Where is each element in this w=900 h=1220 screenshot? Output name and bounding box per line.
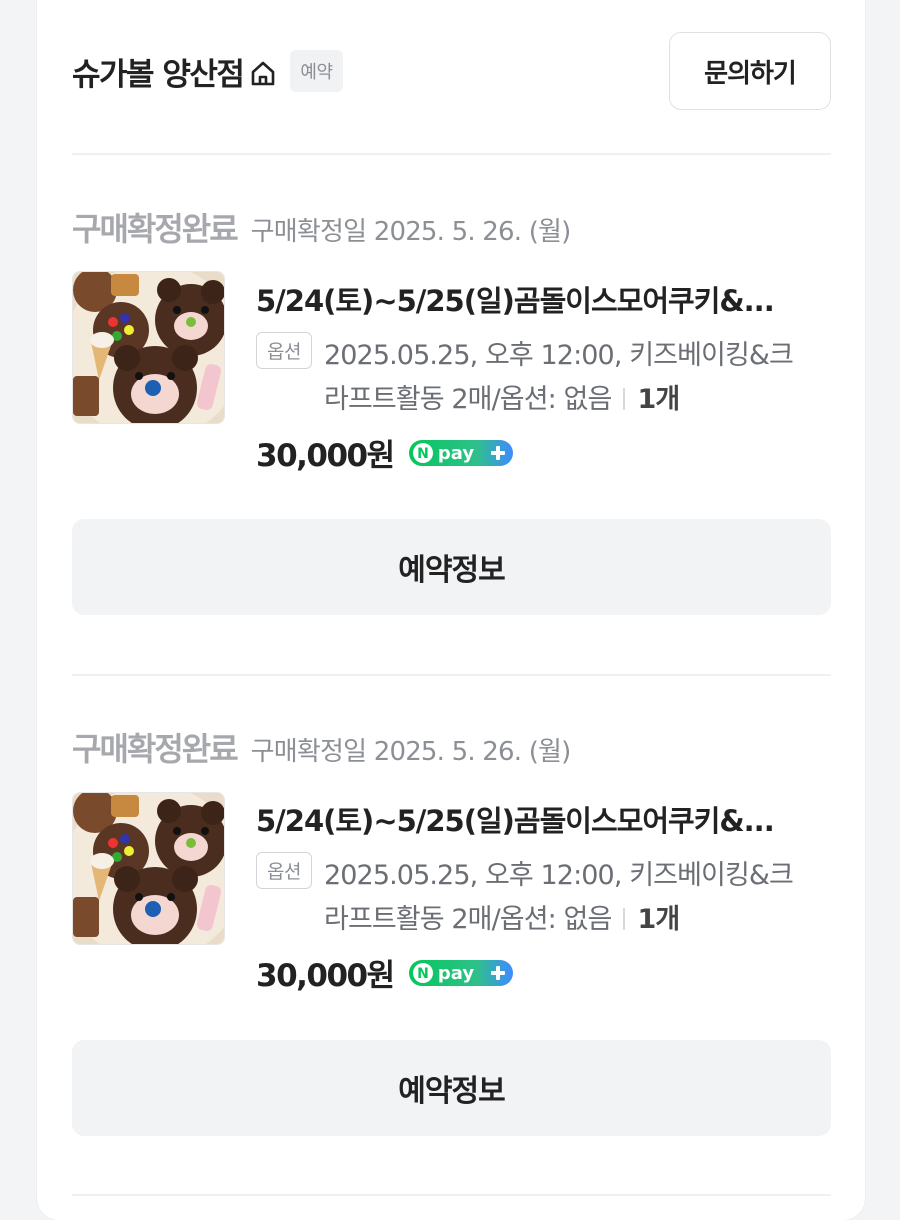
order-status: 구매확정완료 <box>72 210 239 248</box>
confirm-date: 구매확정일 2025. 5. 26. (월) <box>250 737 572 767</box>
price-row: 30,000원 N pay <box>256 430 514 475</box>
product-title[interactable]: 5/24(토)~5/25(일)곰돌이스모어쿠키&... <box>256 278 816 320</box>
npay-plus-icon: N pay <box>408 439 513 466</box>
svg-text:pay: pay <box>438 443 474 464</box>
order-status: 구매확정완료 <box>72 730 239 768</box>
inquiry-button[interactable]: 문의하기 <box>669 32 831 110</box>
option-tag: 옵션 <box>256 852 312 889</box>
reservation-info-button[interactable]: 예약정보 <box>72 1040 831 1136</box>
option-detail-line: 라프트활동 2매/옵션: 없음 1개 <box>324 897 680 936</box>
order-status-row: 구매확정완료 구매확정일 2025. 5. 26. (월) <box>72 204 571 250</box>
product-thumbnail[interactable] <box>72 792 225 945</box>
order-status-row: 구매확정완료 구매확정일 2025. 5. 26. (월) <box>72 724 571 770</box>
option-tag: 옵션 <box>256 332 312 369</box>
product-title[interactable]: 5/24(토)~5/25(일)곰돌이스모어쿠키&... <box>256 798 816 840</box>
svg-text:N: N <box>417 966 429 982</box>
option-detail-line: 라프트활동 2매/옵션: 없음 1개 <box>324 377 680 416</box>
separator <box>623 388 626 410</box>
divider <box>72 1194 831 1196</box>
quantity: 1개 <box>637 904 680 935</box>
store-header: 슈가볼 양산점 예약 문의하기 <box>72 32 831 110</box>
separator <box>623 908 626 930</box>
product-thumbnail[interactable] <box>72 271 225 424</box>
divider <box>72 153 831 155</box>
reservation-info-button[interactable]: 예약정보 <box>72 519 831 615</box>
cookie-image <box>73 793 224 944</box>
option-detail-text: 라프트활동 2매/옵션: 없음 <box>324 904 612 935</box>
npay-plus-icon: N pay <box>408 959 513 986</box>
home-icon[interactable] <box>248 58 278 88</box>
option-detail-line: 2025.05.25, 오후 12:00, 키즈베이킹&크 <box>324 340 794 371</box>
quantity: 1개 <box>637 384 680 415</box>
svg-text:N: N <box>417 446 429 462</box>
store-name[interactable]: 슈가볼 양산점 <box>72 49 245 94</box>
reservation-badge: 예약 <box>290 50 343 92</box>
price-row: 30,000원 N pay <box>256 950 514 995</box>
price: 30,000원 <box>256 438 395 474</box>
divider <box>72 674 831 676</box>
option-detail-line: 2025.05.25, 오후 12:00, 키즈베이킹&크 <box>324 860 794 891</box>
price: 30,000원 <box>256 958 395 994</box>
cookie-image <box>73 272 224 423</box>
svg-text:pay: pay <box>438 963 474 984</box>
confirm-date: 구매확정일 2025. 5. 26. (월) <box>250 217 572 247</box>
option-detail-text: 라프트활동 2매/옵션: 없음 <box>324 384 612 415</box>
